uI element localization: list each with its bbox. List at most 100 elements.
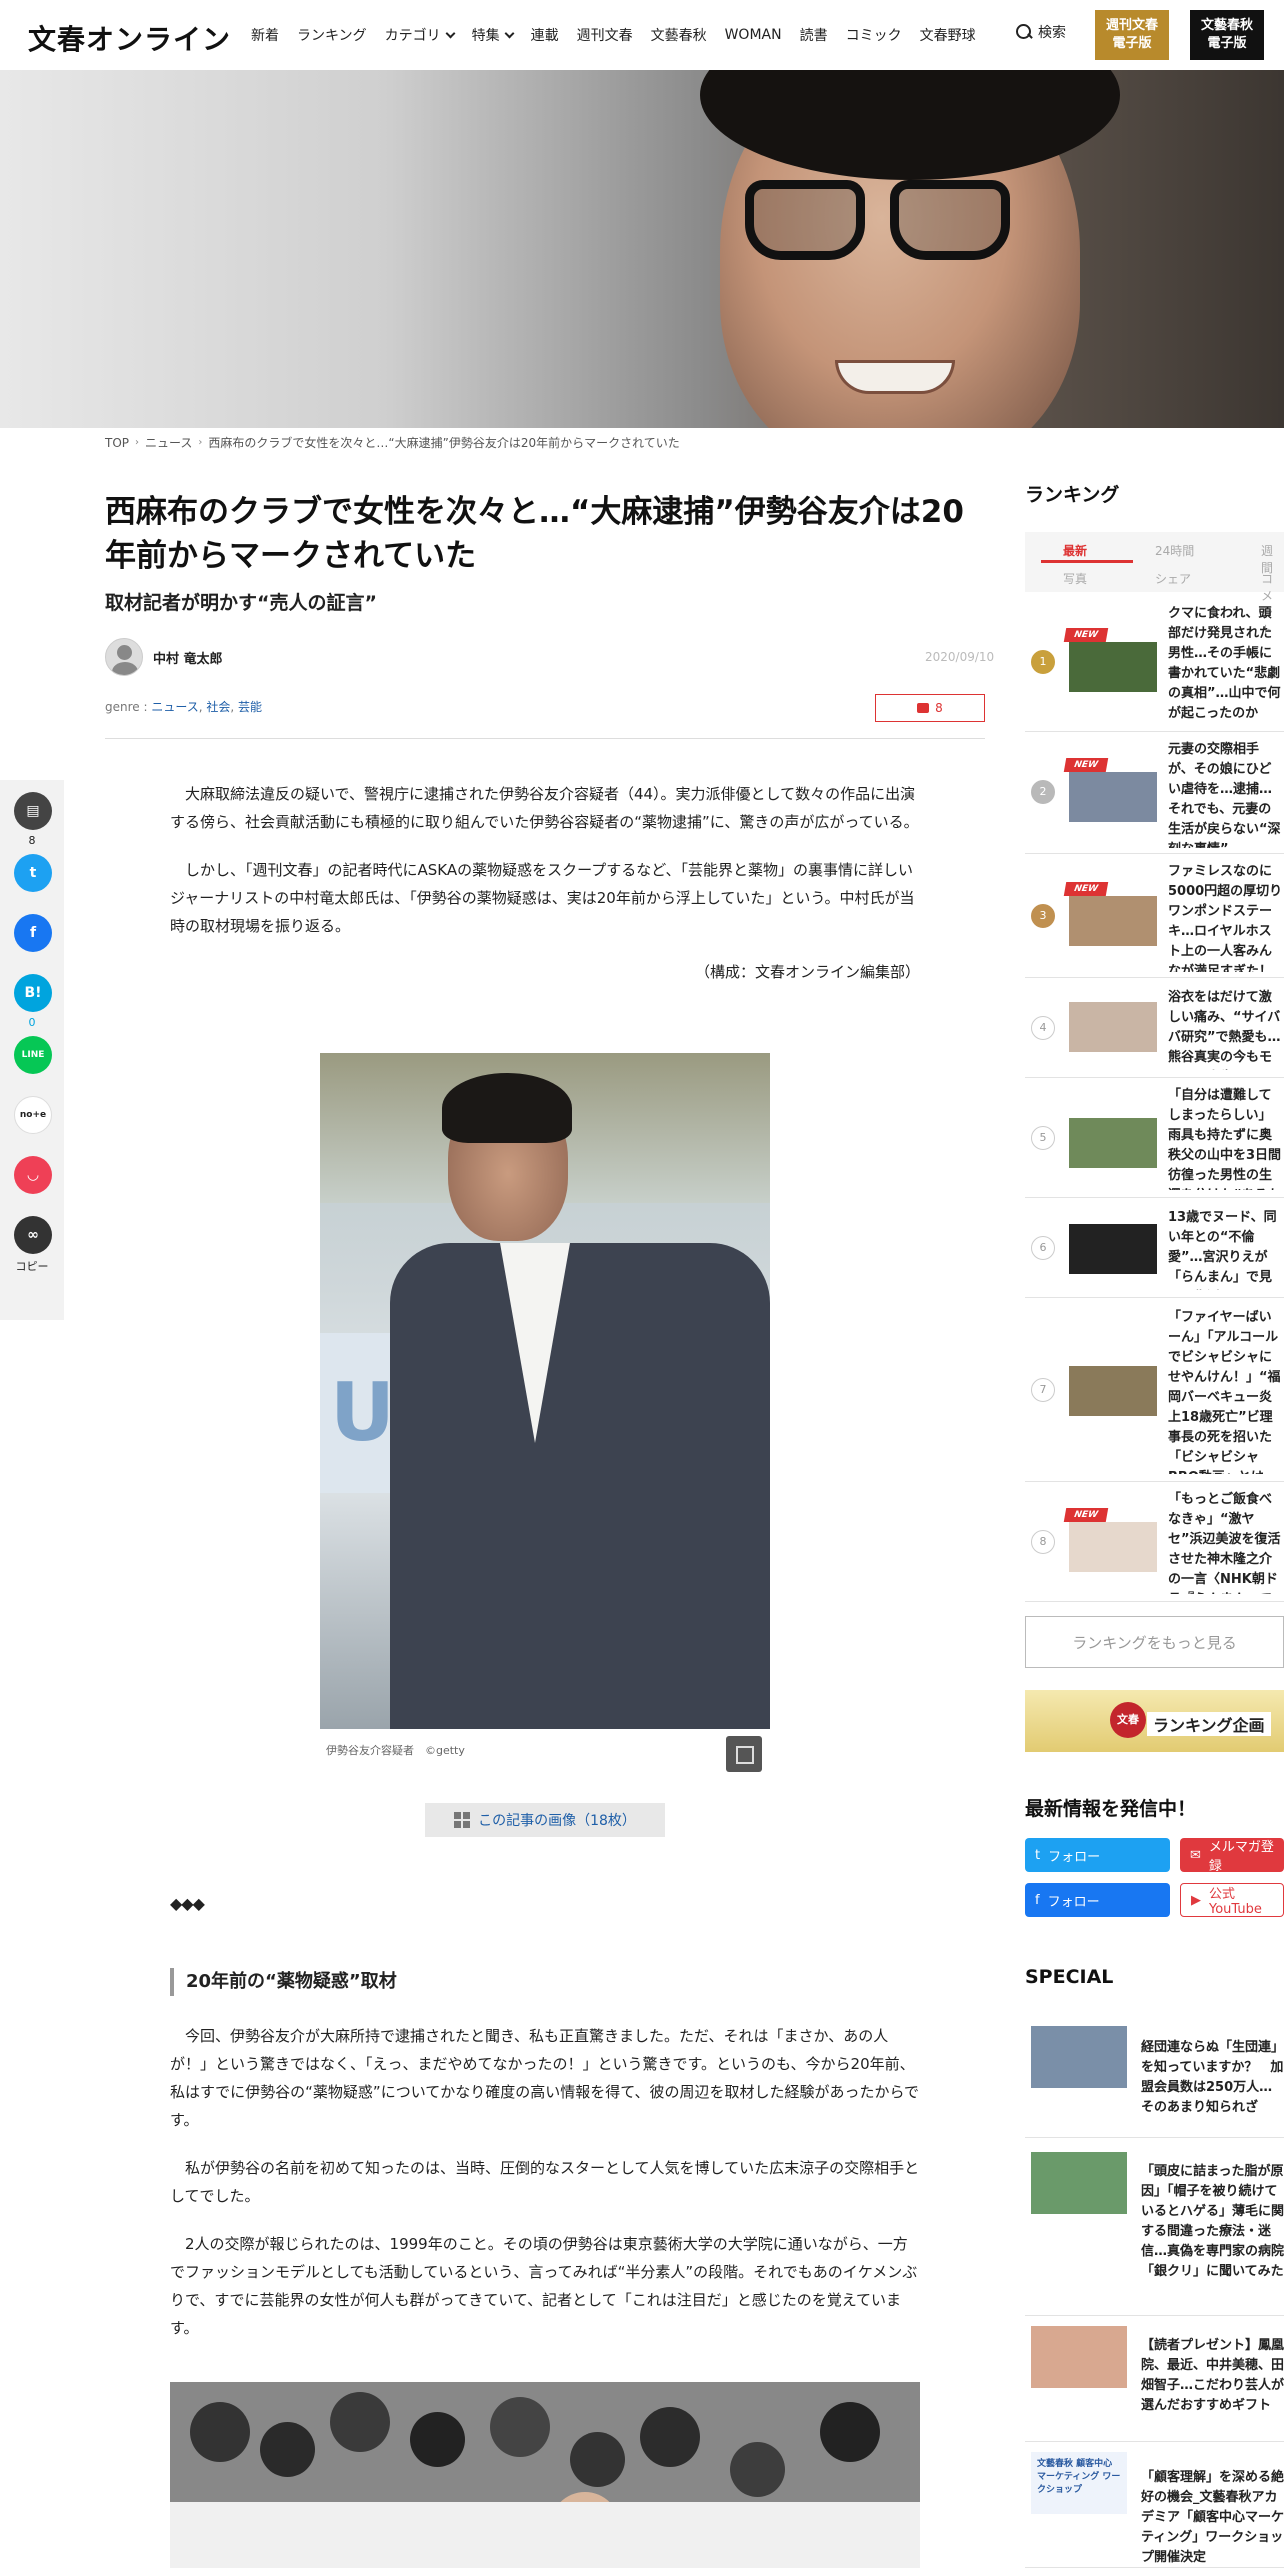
rank-number: 8	[1031, 1530, 1055, 1554]
line-share-button[interactable]: LINE	[14, 1036, 52, 1074]
article-body-2: 今回、伊勢谷友介が大麻所持で逮捕されたと聞き、私も正直驚きました。ただ、それは「…	[170, 2022, 920, 2362]
special-item[interactable]: 【読者プレゼント】鳳凰院、最近、中井美穂、田畑智子…こだわり芸人が選んだおすすめ…	[1025, 2316, 1284, 2442]
nav-category[interactable]: カテゴリ	[376, 25, 463, 45]
photo-caption: 伊勢谷友介容疑者 ©getty	[326, 1744, 465, 1757]
nav-weekly-bunshun[interactable]: 週刊文春	[568, 25, 642, 45]
site-logo[interactable]: 文春オンライン	[28, 18, 231, 58]
mail-icon: ✉	[1190, 1847, 1201, 1863]
ranking-more-button[interactable]: ランキングをもっと見る	[1025, 1616, 1284, 1668]
divider	[105, 738, 985, 739]
ranking-thumbnail	[1069, 1522, 1157, 1572]
grid-icon	[454, 1812, 471, 1828]
article-body: 大麻取締法違反の疑いで、警視庁に逮捕された伊勢谷友介容疑者（44）。実力派俳優と…	[170, 780, 920, 986]
follow-title: 最新情報を発信中！	[1025, 1798, 1197, 1820]
article-paragraph: 今回、伊勢谷友介が大麻所持で逮捕されたと聞き、私も正直驚きました。ただ、それは「…	[170, 2027, 920, 2129]
sidebar: ランキング	[1025, 480, 1284, 507]
newsletter-button[interactable]: ✉ メルマガ登録	[1180, 1838, 1284, 1874]
special-item[interactable]: 文藝春秋 顧客中心 マーケティング ワークショップ 「顧客理解」を深める絶好の機…	[1025, 2442, 1284, 2568]
copy-link-button[interactable]: ∞	[14, 1216, 52, 1254]
genre-entertainment[interactable]: 芸能	[238, 700, 262, 714]
special-item-text: 「顧客理解」を深める絶好の機会_文藝春秋アカデミア「顧客中心マーケティング」ワー…	[1141, 2470, 1284, 2564]
nav-books[interactable]: 読書	[791, 25, 837, 45]
comment-button[interactable]: 8	[875, 694, 985, 722]
nav-baseball[interactable]: 文春野球	[911, 25, 985, 45]
tab-latest[interactable]: 最新	[1063, 542, 1087, 559]
gallery-button[interactable]: この記事の画像（18枚）	[425, 1803, 665, 1837]
nav-serial[interactable]: 連載	[522, 25, 568, 45]
ranking-item[interactable]: 1 NEW クマに食われ、頭部だけ発見された男性…その手帳に書かれていた“悲劇の…	[1025, 596, 1284, 732]
expand-icon[interactable]	[726, 1736, 762, 1772]
article-photo[interactable]: UG	[320, 1053, 770, 1729]
hatena-share-button[interactable]: B!	[14, 974, 52, 1012]
ranking-banner[interactable]: 文春 ランキング企画	[1025, 1690, 1284, 1752]
genre-news[interactable]: ニュース	[151, 700, 198, 714]
nav-ranking[interactable]: ランキング	[288, 25, 376, 45]
ranking-title-text: 浴衣をはだけて激しい痛み、“サイババ研究”で熱愛も…熊谷真実の今もモテモテ人生	[1168, 990, 1281, 1065]
pocket-icon: ◡	[27, 1167, 39, 1183]
special-item-text: 【読者プレゼント】鳳凰院、最近、中井美穂、田畑智子…こだわり芸人が選んだおすすめ…	[1141, 2338, 1284, 2413]
pocket-share-button[interactable]: ◡	[14, 1156, 52, 1194]
facebook-follow-button[interactable]: f フォロー	[1025, 1883, 1170, 1917]
article-photo-crowd[interactable]	[170, 2382, 920, 2568]
ranking-title: ランキング	[1025, 484, 1120, 506]
tab-photo[interactable]: 写真	[1063, 570, 1087, 587]
ranking-item[interactable]: 2 NEW 元妻の交際相手が、その娘にひどい虐待を…逮捕…それでも、元妻の生活が…	[1025, 732, 1284, 854]
comment-icon	[917, 703, 930, 713]
nav-feature-label: 特集	[471, 28, 500, 44]
search-button[interactable]: 検索	[1016, 22, 1066, 42]
article-paragraph: 私が伊勢谷の名前を初めて知ったのは、当時、圧倒的なスターとして人気を博していた広…	[170, 2159, 920, 2205]
nav-comic[interactable]: コミック	[837, 25, 911, 45]
chevron-right-icon: ›	[198, 437, 203, 448]
ranking-title-text: 「もっとご飯食べなきゃ」“激ヤセ”浜辺美波を復活させた神木隆之介の一言〈NHK朝…	[1168, 1492, 1281, 1594]
ranking-thumbnail	[1069, 772, 1157, 822]
genre-tags: genre : ニュース, 社会, 芸能	[105, 700, 263, 714]
chevron-down-icon	[445, 28, 456, 38]
special-item[interactable]: 経団連ならぬ「生団連」を知っていますか？ 加盟会員数は250万人…そのあまり知ら…	[1025, 2012, 1284, 2138]
share-sidebar: ▤ 8 t f B! 0 LINE no+e ◡ ∞ コピー	[0, 780, 64, 1320]
nav-feature[interactable]: 特集	[463, 25, 522, 45]
article-header: 西麻布のクラブで女性を次々と…“大麻逮捕”伊勢谷友介は20年前からマークされてい…	[105, 490, 985, 615]
note-share-button[interactable]: no+e	[14, 1096, 52, 1134]
bunshun-btn-line2: 電子版	[1207, 36, 1247, 51]
comment-icon: ▤	[26, 803, 40, 819]
ranking-item[interactable]: 6 13歳でヌード、同い年との“不倫愛”…宮沢りえが「らんまん」で見せた復活する…	[1025, 1198, 1284, 1298]
nav-woman[interactable]: WOMAN	[716, 27, 791, 43]
facebook-share-button[interactable]: f	[14, 914, 52, 952]
banner-badge: 文春	[1110, 1702, 1146, 1738]
breadcrumb-current: 西麻布のクラブで女性を次々と…“大麻逮捕”伊勢谷友介は20年前からマークされてい…	[208, 436, 680, 450]
nav-new[interactable]: 新着	[242, 25, 288, 45]
nav-bungeishunju[interactable]: 文藝春秋	[642, 25, 716, 45]
breadcrumb-news[interactable]: ニュース	[145, 434, 192, 451]
hero-smile	[835, 360, 955, 394]
avatar	[105, 638, 143, 676]
bunshun-digital-button[interactable]: 文藝春秋 電子版	[1190, 10, 1264, 60]
article-subtitle: 取材記者が明かす“売人の証言”	[105, 592, 377, 614]
section-heading: 20年前の“薬物疑惑”取材	[170, 1968, 397, 1996]
author-name: 中村 竜太郎	[153, 651, 223, 667]
rank-number: 4	[1031, 1016, 1055, 1040]
twitter-share-button[interactable]: t	[14, 854, 52, 892]
ranking-item[interactable]: 5 「自分は遭難してしまったらしい」雨具も持たずに奥秩父の山中を3日間彷徨った男…	[1025, 1078, 1284, 1198]
weekly-digital-button[interactable]: 週刊文春 電子版	[1095, 10, 1169, 60]
ranking-item[interactable]: 3 NEW ファミレスなのに5000円超の厚切りワンポンドステーキ…ロイヤルホス…	[1025, 854, 1284, 978]
tab-24h[interactable]: 24時間	[1155, 542, 1194, 559]
ranking-item[interactable]: 7 「ファイヤーばいーん」「アルコールでビシャビシャにせやんけん！」“福岡バーベ…	[1025, 1298, 1284, 1482]
comment-share-count: 8	[28, 834, 36, 847]
tab-share[interactable]: シェア	[1155, 570, 1191, 587]
comment-share-button[interactable]: ▤	[14, 792, 52, 830]
chevron-right-icon: ›	[135, 437, 140, 448]
genre-society[interactable]: 社会	[206, 700, 230, 714]
youtube-button[interactable]: ▶ 公式YouTube	[1180, 1883, 1284, 1917]
breadcrumb-top[interactable]: TOP	[105, 436, 129, 450]
ranking-item[interactable]: 4 浴衣をはだけて激しい痛み、“サイババ研究”で熱愛も…熊谷真実の今もモテモテ人…	[1025, 978, 1284, 1078]
ranking-item[interactable]: 8 NEW 「もっとご飯食べなきゃ」“激ヤセ”浜辺美波を復活させた神木隆之介の一…	[1025, 1482, 1284, 1602]
article-title: 西麻布のクラブで女性を次々と…“大麻逮捕”伊勢谷友介は20年前からマークされてい…	[105, 494, 964, 574]
crowd-figure	[640, 2407, 700, 2467]
author-info[interactable]: 中村 竜太郎	[105, 638, 223, 676]
special-item[interactable]: 「頭皮に詰まった脂が原因」「帽子を被り続けているとハゲる」薄毛に関する間違った療…	[1025, 2138, 1284, 2316]
ranking-tabs: 最新 24時間 週間 写真 シェア コメント	[1025, 532, 1284, 637]
twitter-follow-button[interactable]: t フォロー	[1025, 1838, 1170, 1872]
publish-date: 2020/09/10	[925, 650, 995, 664]
hero-image	[0, 70, 1284, 428]
photo-hair	[442, 1073, 572, 1143]
